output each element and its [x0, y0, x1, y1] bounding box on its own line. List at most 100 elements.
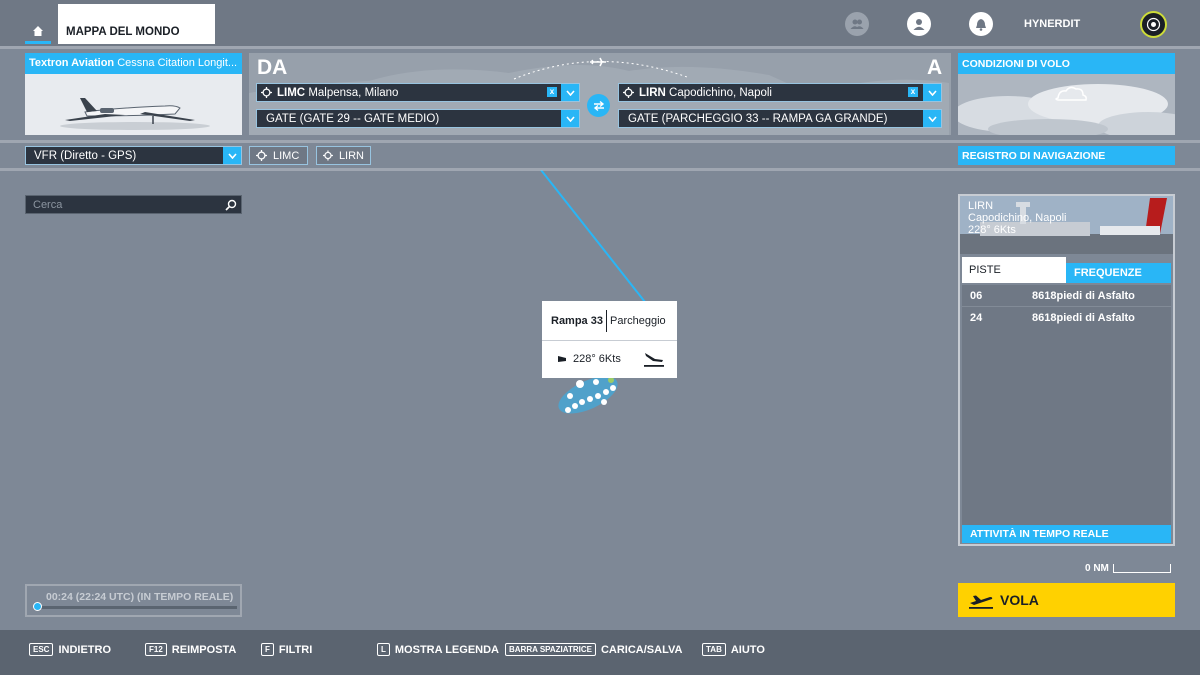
- departure-label: DA: [257, 56, 288, 79]
- search-input[interactable]: Cerca: [25, 195, 242, 214]
- aircraft-image: [25, 74, 242, 135]
- arrival-gate-field[interactable]: GATE (PARCHEGGIO 33 -- RAMPA GA GRANDE): [618, 109, 942, 128]
- runways-list: 06 8618piedi di Asfalto 24 8618piedi di …: [962, 285, 1171, 525]
- home-icon: [33, 25, 43, 36]
- popup-stand-type: Parcheggio: [609, 314, 666, 327]
- divider: [0, 168, 1200, 171]
- key-hint: BARRA SPAZIATRICE: [505, 643, 596, 656]
- departure-code: LIMC: [277, 86, 306, 99]
- arrival-gate: GATE (PARCHEGGIO 33 -- RAMPA GA GRANDE): [628, 112, 888, 125]
- popup-stand: Rampa 33: [551, 314, 603, 327]
- runway-desc: 8618piedi di Asfalto: [1032, 312, 1135, 324]
- tab-runways[interactable]: PISTE: [962, 257, 1066, 283]
- takeoff-icon: [969, 595, 993, 609]
- key-hint: L: [377, 643, 390, 656]
- chevron-down-icon: [927, 115, 937, 122]
- clear-arrival-button[interactable]: x: [908, 87, 918, 97]
- flight-conditions-title: CONDIZIONI DI VOLO: [958, 53, 1175, 74]
- airplane-route-icon: [590, 57, 606, 67]
- key-hint: F12: [145, 643, 167, 656]
- airport-marker-icon: [256, 150, 267, 161]
- fly-button[interactable]: VOLA: [958, 583, 1175, 617]
- list-item[interactable]: 24 8618piedi di Asfalto: [962, 307, 1171, 329]
- airport-code: LIRN: [968, 200, 994, 212]
- time-slider-track[interactable]: [37, 606, 237, 609]
- runway-desc: 8618piedi di Asfalto: [1032, 289, 1135, 302]
- tab-frequencies[interactable]: FREQUENZE: [1066, 263, 1171, 283]
- airport-marker-icon: [323, 150, 333, 161]
- weather-image: [958, 74, 1175, 135]
- airport-name: Capodichino, Napoli: [968, 212, 1067, 224]
- windsock-icon: [558, 355, 566, 363]
- waypoint-chip-arrival[interactable]: LIRN: [316, 146, 371, 165]
- friends-icon[interactable]: [845, 12, 869, 36]
- arrival-label: A: [927, 56, 943, 79]
- key-hint: ESC: [29, 643, 54, 656]
- departure-field[interactable]: LIMC Malpensa, Milano x: [256, 83, 580, 102]
- back-button[interactable]: ESC INDIETRO: [29, 643, 111, 656]
- chevron-down-icon: [227, 152, 237, 159]
- aircraft-card[interactable]: Textron Aviation Cessna Citation Longit.…: [25, 53, 242, 135]
- runway-id: 24: [970, 312, 983, 324]
- load-save-button[interactable]: BARRA SPAZIATRICE CARICA/SALVA: [505, 643, 682, 656]
- time-slider-handle[interactable]: [33, 602, 42, 611]
- aircraft-brand: Textron Aviation: [29, 57, 115, 69]
- tab-world-map[interactable]: MAPPA DEL MONDO: [58, 4, 215, 44]
- chevron-down-icon: [565, 89, 575, 96]
- flight-conditions-card[interactable]: CONDIZIONI DI VOLO: [958, 53, 1175, 135]
- notifications-icon[interactable]: [969, 12, 993, 36]
- navlog-button[interactable]: REGISTRO DI NAVIGAZIONE: [958, 146, 1175, 165]
- divider: [0, 46, 1200, 49]
- waypoint-chip-departure[interactable]: LIMC: [249, 146, 308, 165]
- waypoint-code: LIMC: [273, 149, 300, 162]
- time-slider-panel[interactable]: 00:24 (22:24 UTC) (IN TEMPO REALE): [25, 584, 242, 617]
- departure-gate-field[interactable]: GATE (GATE 29 -- GATE MEDIO): [256, 109, 580, 128]
- route-panel: DA A LIMC Malpensa, Milano x GATE (GATE …: [249, 53, 951, 135]
- airport-info-card: LIRN Capodichino, Napoli 228° 6Kts PISTE…: [958, 194, 1175, 546]
- airport-marker-icon: [623, 87, 634, 98]
- legend-button[interactable]: L MOSTRA LEGENDA: [377, 643, 499, 656]
- swap-icon: [593, 100, 604, 111]
- help-button[interactable]: TAB AIUTO: [702, 643, 765, 656]
- route-line: [540, 170, 646, 303]
- reset-button[interactable]: F12 REIMPOSTA: [145, 643, 236, 656]
- arrival-dropdown-button[interactable]: [923, 84, 941, 101]
- profile-icon[interactable]: [907, 12, 931, 36]
- filters-button[interactable]: F FILTRI: [261, 643, 312, 656]
- fly-label: VOLA: [1000, 592, 1039, 608]
- flight-type-dropdown-button[interactable]: [223, 147, 241, 164]
- map-scale: 0 NM: [1085, 563, 1171, 574]
- departure-gate-dropdown-button[interactable]: [561, 110, 579, 127]
- username[interactable]: HYNERDIT: [1024, 18, 1080, 30]
- key-hint: TAB: [702, 643, 726, 656]
- flight-type-value: VFR (Diretto - GPS): [34, 149, 137, 162]
- avatar[interactable]: [1140, 11, 1167, 38]
- arrival-field[interactable]: LIRN Capodichino, Napoli x: [618, 83, 942, 102]
- chevron-down-icon: [565, 115, 575, 122]
- parking-popup[interactable]: Rampa 33 Parcheggio 228° 6Kts: [542, 301, 677, 378]
- flight-type-select[interactable]: VFR (Diretto - GPS): [25, 146, 242, 165]
- home-button[interactable]: [25, 20, 51, 44]
- airport-wind: 228° 6Kts: [968, 224, 1016, 236]
- departure-gate: GATE (GATE 29 -- GATE MEDIO): [266, 112, 440, 125]
- clear-departure-button[interactable]: x: [547, 87, 557, 97]
- chevron-down-icon: [927, 89, 937, 96]
- arrival-gate-dropdown-button[interactable]: [923, 110, 941, 127]
- runway-id: 06: [970, 289, 983, 302]
- live-activity-button[interactable]: ATTIVITÀ IN TEMPO REALE: [962, 525, 1171, 543]
- departure-name: Malpensa, Milano: [308, 86, 399, 99]
- waypoint-code: LIRN: [338, 149, 364, 162]
- divider: [0, 140, 1200, 143]
- popup-wind: 228° 6Kts: [573, 353, 621, 365]
- list-item[interactable]: 06 8618piedi di Asfalto: [962, 285, 1171, 307]
- airport-marker-icon: [261, 87, 272, 98]
- search-placeholder: Cerca: [33, 199, 63, 211]
- time-label: 00:24 (22:24 UTC) (IN TEMPO REALE): [46, 591, 234, 603]
- departure-dropdown-button[interactable]: [561, 84, 579, 101]
- scale-label: 0 NM: [1085, 563, 1109, 574]
- aircraft-model: Cessna Citation Longit...: [117, 57, 238, 69]
- key-hint: F: [261, 643, 274, 656]
- arrival-code: LIRN: [639, 86, 666, 99]
- swap-button[interactable]: [587, 94, 610, 117]
- search-icon[interactable]: [225, 199, 237, 211]
